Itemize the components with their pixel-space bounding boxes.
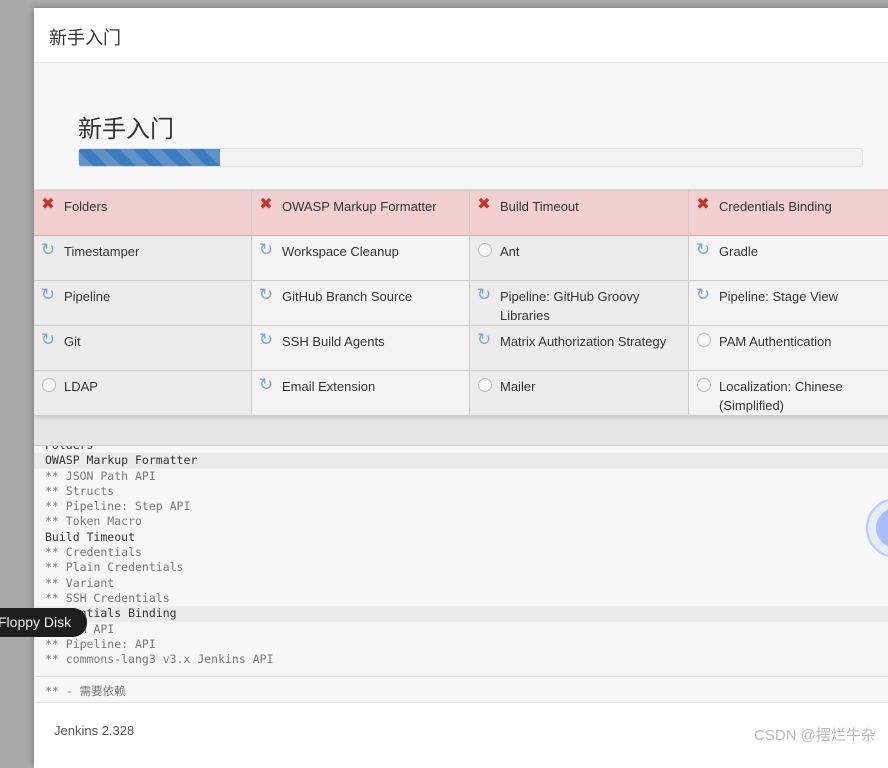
plugin-grid: ✖ Folders ✖ OWASP Markup Formatter ✖ Build Ti… (34, 190, 888, 416)
log-line: ** Variant (45, 575, 115, 590)
installing-spinner-icon: ↻ (258, 285, 274, 304)
installing-spinner-icon: ↻ (258, 330, 274, 349)
log-line: ** JSON Path API (45, 468, 156, 483)
plugin-name: Pipeline (64, 289, 111, 304)
plugin-name: LDAP (64, 379, 98, 394)
hero-title: 新手入门 (78, 116, 174, 143)
installing-spinner-icon: ↻ (258, 375, 274, 394)
log-toolbar (34, 416, 888, 446)
plugin-name: Matrix Authorization Strategy (500, 334, 667, 349)
log-line: ** Pipeline: API (45, 636, 156, 651)
failed-x-icon: ✖ (477, 196, 491, 213)
plugin-cell: Ant (470, 236, 689, 281)
pending-circle-icon (40, 376, 56, 394)
plugin-cell: ↻ Workspace Cleanup (252, 236, 470, 281)
pending-circle-icon (695, 376, 711, 394)
failed-x-icon: ✖ (41, 196, 55, 213)
failed-x-icon: ✖ (259, 196, 273, 213)
plugin-cell: LDAP (34, 371, 252, 416)
pending-circle-icon (476, 241, 492, 259)
dialog-title: 新手入门 (34, 8, 888, 63)
plugin-name: Timestamper (64, 244, 140, 259)
floppy-disk-tooltip: Floppy Disk (0, 608, 87, 637)
plugin-cell: ↻ Pipeline (34, 281, 252, 326)
plugin-cell: PAM Authentication (689, 326, 888, 371)
plugin-cell: ↻ Gradle (689, 236, 888, 281)
setup-wizard-dialog: 新手入门 新手入门 ✖ Folders ✖ OWASP Markup Formatte… (34, 8, 888, 768)
plugin-name: Pipeline: Stage View (719, 289, 839, 304)
plugin-name: Ant (500, 244, 520, 259)
plugin-name: PAM Authentication (719, 334, 832, 349)
installing-spinner-icon: ↻ (40, 240, 56, 259)
hero-panel: 新手入门 (34, 63, 888, 190)
plugin-name: GitHub Branch Source (282, 289, 413, 304)
log-line: ** commons-lang3 v3.x Jenkins API (45, 652, 274, 667)
installing-spinner-icon: ↻ (476, 285, 492, 304)
plugin-cell: ✖ Folders (34, 191, 252, 236)
watermark: CSDN @摆烂牛杂 (754, 727, 876, 744)
log-line: Credentials Binding (34, 606, 888, 622)
plugin-name: OWASP Markup Formatter (282, 199, 437, 214)
pending-circle-icon (476, 376, 492, 394)
installing-spinner-icon: ↻ (40, 330, 56, 349)
log-line: Folders (34, 446, 888, 453)
installing-spinner-icon: ↻ (40, 285, 56, 304)
install-log[interactable]: FoldersOWASP Markup Formatter** JSON Pat… (34, 446, 888, 676)
plugin-cell: ↻ Timestamper (34, 236, 252, 281)
plugin-name: Folders (64, 199, 108, 214)
plugin-name: Localization: Chinese (Simplified) (719, 379, 843, 413)
plugin-cell: ↻ Pipeline: Stage View (689, 281, 888, 326)
plugin-name: Workspace Cleanup (282, 244, 399, 259)
plugin-name: Build Timeout (500, 199, 579, 214)
log-line: ** Structs (45, 483, 115, 498)
installing-spinner-icon: ↻ (695, 240, 711, 259)
log-line: ** SSH Credentials (45, 590, 170, 605)
plugin-name: SSH Build Agents (282, 334, 385, 349)
plugin-name: Pipeline: GitHub Groovy Libraries (500, 289, 640, 323)
plugin-name: Email Extension (282, 379, 376, 394)
plugin-name: Gradle (719, 244, 759, 259)
installing-spinner-icon: ↻ (476, 330, 492, 349)
installing-spinner-icon: ↻ (258, 240, 274, 259)
plugin-name: Credentials Binding (719, 199, 832, 214)
plugin-cell: Mailer (470, 371, 689, 416)
log-legend: ** - 需要依赖 (34, 676, 888, 704)
plugin-cell: ↻ SSH Build Agents (252, 326, 470, 371)
log-line: ** Plain Credentials (45, 560, 184, 575)
log-line: ** Credentials (45, 545, 142, 560)
install-progress-bar (78, 148, 863, 167)
plugin-cell: Localization: Chinese (Simplified) (689, 371, 888, 416)
install-progress-fill (79, 149, 220, 166)
plugin-cell: ↻ Git (34, 326, 252, 371)
plugin-cell: ↻ Pipeline: GitHub Groovy Libraries (470, 281, 689, 326)
failed-x-icon: ✖ (696, 196, 710, 213)
plugin-cell: ↻ GitHub Branch Source (252, 281, 470, 326)
log-line: ** Token Macro (45, 514, 142, 529)
log-line: ** SCM API (45, 621, 115, 636)
plugin-cell: ✖ Credentials Binding (689, 191, 888, 236)
plugin-name: Git (64, 334, 81, 349)
plugin-cell: ✖ OWASP Markup Formatter (252, 191, 470, 236)
log-line: OWASP Markup Formatter (34, 453, 888, 469)
log-line: ** Pipeline: Step API (45, 499, 191, 514)
plugin-cell: ✖ Build Timeout (470, 191, 689, 236)
log-line: Build Timeout (45, 529, 136, 544)
pending-circle-icon (695, 331, 711, 349)
installing-spinner-icon: ↻ (695, 285, 711, 304)
plugin-cell: ↻ Email Extension (252, 371, 470, 416)
plugin-name: Mailer (500, 379, 536, 394)
plugin-cell: ↻ Matrix Authorization Strategy (470, 326, 689, 371)
jenkins-version: Jenkins 2.328 (54, 723, 135, 738)
